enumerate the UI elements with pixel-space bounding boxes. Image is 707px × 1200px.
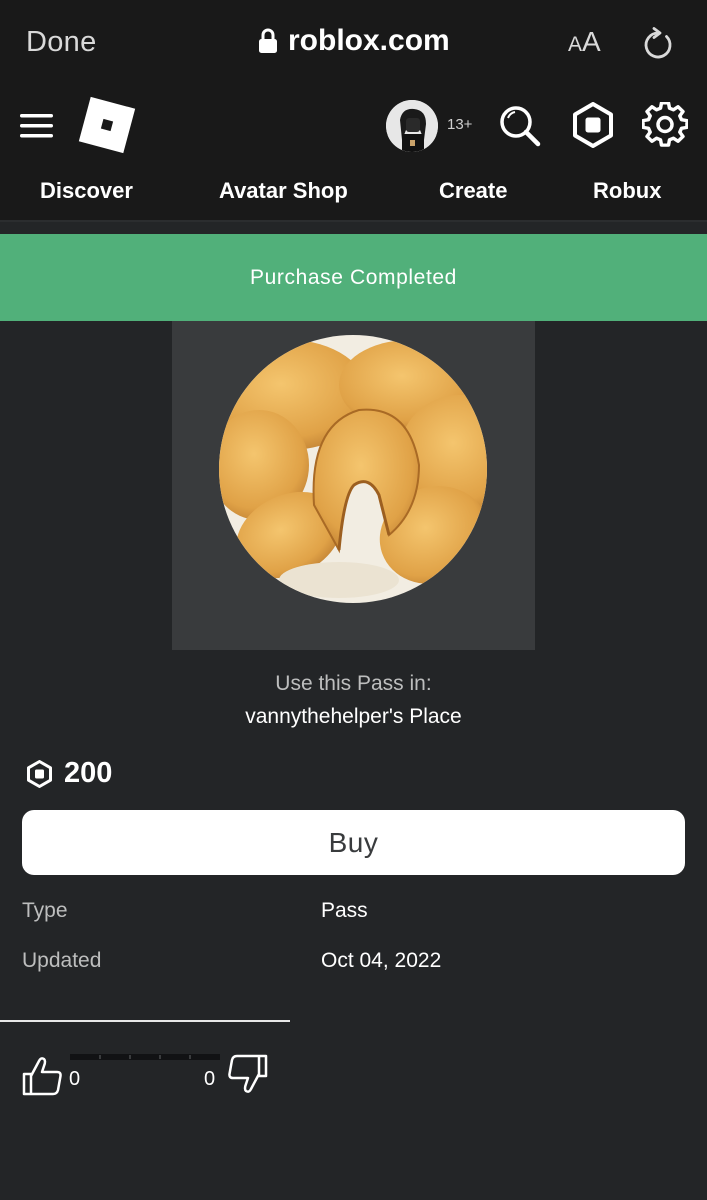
nav-avatar-shop[interactable]: Avatar Shop: [219, 178, 348, 204]
roblox-logo-icon[interactable]: [78, 96, 136, 154]
lock-icon: [259, 28, 277, 53]
nav-create[interactable]: Create: [439, 178, 507, 204]
vote-area: 0 0: [22, 1052, 272, 1098]
address-bar[interactable]: roblox.com: [258, 24, 450, 58]
main-nav: Discover Avatar Shop Create Robux: [0, 178, 707, 212]
detail-value-type: Pass: [321, 899, 368, 922]
thumbs-down-icon[interactable]: [226, 1054, 268, 1094]
site-header: 13+ Discover Avatar Shop Create Robux: [0, 88, 707, 222]
url-text: roblox.com: [288, 24, 450, 57]
text-size-button[interactable]: AA: [568, 26, 601, 58]
pass-image: [219, 335, 487, 603]
item-thumbnail: [172, 321, 535, 650]
price-row: 200: [26, 757, 112, 790]
place-link[interactable]: vannythehelper's Place: [0, 705, 707, 729]
purchase-completed-banner: Purchase Completed: [0, 234, 707, 321]
price-value: 200: [64, 757, 113, 789]
nav-discover[interactable]: Discover: [40, 178, 133, 204]
age-badge: 13+: [447, 116, 473, 133]
detail-label-updated: Updated: [22, 949, 102, 972]
robux-icon[interactable]: [570, 102, 616, 148]
robux-icon: [27, 759, 52, 788]
header-divider: [0, 220, 707, 222]
upvote-count: 0: [69, 1068, 81, 1090]
vote-bar-tick: [189, 1055, 191, 1059]
vote-ratio-bar: [70, 1054, 220, 1060]
vote-bar-tick: [159, 1055, 161, 1059]
nav-robux[interactable]: Robux: [593, 178, 661, 204]
reload-icon[interactable]: [642, 27, 674, 61]
gear-icon[interactable]: [642, 102, 688, 148]
browser-bar: Done roblox.com AA: [0, 0, 707, 88]
detail-value-updated: Oct 04, 2022: [321, 949, 442, 972]
section-divider: [0, 1020, 290, 1022]
detail-label-type: Type: [22, 899, 68, 922]
banner-message: Purchase Completed: [250, 265, 457, 289]
vote-bar-tick: [129, 1055, 131, 1059]
vote-bar-tick: [99, 1055, 101, 1059]
downvote-count: 0: [204, 1068, 216, 1090]
menu-icon[interactable]: [20, 114, 53, 138]
text-size-large: A: [582, 26, 601, 57]
done-button[interactable]: Done: [26, 26, 97, 59]
buy-button[interactable]: Buy: [22, 810, 685, 875]
avatar[interactable]: [386, 100, 438, 152]
avatar-image: [386, 100, 438, 152]
search-icon[interactable]: [498, 104, 542, 148]
thumbs-up-icon[interactable]: [22, 1056, 64, 1096]
text-size-small: A: [568, 33, 583, 56]
use-pass-label: Use this Pass in:: [275, 672, 432, 695]
